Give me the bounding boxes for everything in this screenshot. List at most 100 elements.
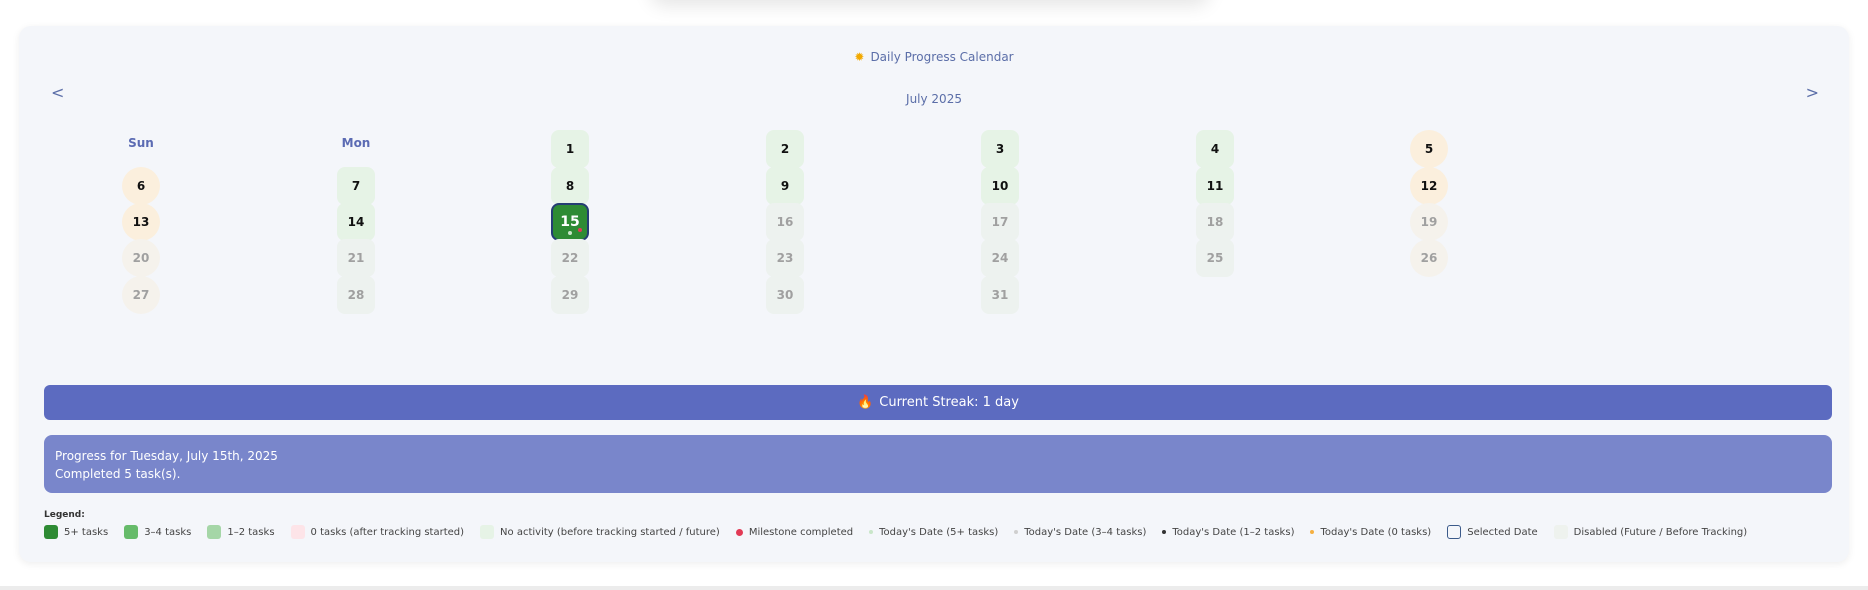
legend-item: 1–2 tasks bbox=[207, 525, 275, 539]
legend-title: Legend: bbox=[44, 510, 85, 520]
progress-panel: Progress for Tuesday, July 15th, 2025 Co… bbox=[44, 435, 1832, 493]
day-number: 1 bbox=[565, 142, 575, 156]
legend-dot bbox=[1310, 530, 1315, 534]
today-indicator-dot bbox=[568, 231, 572, 235]
legend-dot bbox=[869, 530, 874, 534]
legend-item: No activity (before tracking started / f… bbox=[480, 525, 720, 539]
day-cell[interactable]: 23 bbox=[766, 239, 804, 277]
day-number: 8 bbox=[565, 179, 575, 193]
day-cell[interactable]: 16 bbox=[766, 203, 804, 241]
day-number: 19 bbox=[1420, 215, 1438, 229]
legend-label: Today's Date (5+ tasks) bbox=[879, 526, 999, 538]
calendar-title: ✹ Daily Progress Calendar bbox=[19, 50, 1849, 64]
legend-swatch bbox=[290, 525, 305, 539]
day-cell[interactable]: 3 bbox=[981, 130, 1019, 168]
legend-swatch-outline bbox=[1447, 525, 1462, 539]
month-label: July 2025 bbox=[906, 92, 962, 106]
day-number: 20 bbox=[132, 251, 150, 265]
legend-item: Milestone completed bbox=[735, 526, 854, 538]
calendar-title-text: Daily Progress Calendar bbox=[870, 50, 1014, 64]
legend-swatch bbox=[124, 525, 139, 539]
streak-banner: 🔥 Current Streak: 1 day bbox=[44, 385, 1832, 420]
day-number: 21 bbox=[347, 251, 365, 265]
day-number: 28 bbox=[347, 288, 365, 302]
day-number: 16 bbox=[776, 215, 794, 229]
day-cell[interactable]: 6 bbox=[122, 167, 160, 205]
legend-item: Disabled (Future / Before Tracking) bbox=[1553, 525, 1748, 539]
day-cell[interactable]: 28 bbox=[337, 276, 375, 314]
day-number: 5 bbox=[1424, 142, 1434, 156]
day-cell[interactable]: 19 bbox=[1410, 203, 1448, 241]
legend-label: Today's Date (1–2 tasks) bbox=[1172, 526, 1295, 538]
progress-date: Progress for Tuesday, July 15th, 2025 bbox=[55, 449, 278, 463]
day-cell[interactable]: 18 bbox=[1196, 203, 1234, 241]
legend-item: 0 tasks (after tracking started) bbox=[290, 525, 465, 539]
day-cell[interactable]: 2 bbox=[766, 130, 804, 168]
day-number: 18 bbox=[1206, 215, 1224, 229]
legend-label: 5+ tasks bbox=[64, 526, 109, 538]
day-number: 23 bbox=[776, 251, 794, 265]
legend-item: Today's Date (5+ tasks) bbox=[869, 527, 998, 538]
day-number: 15 bbox=[560, 214, 580, 230]
day-cell[interactable]: 9 bbox=[766, 167, 804, 205]
day-cell[interactable]: 7 bbox=[337, 167, 375, 205]
day-cell[interactable]: 5 bbox=[1410, 130, 1448, 168]
legend-item: Today's Date (0 tasks) bbox=[1310, 527, 1431, 538]
legend-swatch bbox=[44, 525, 58, 539]
day-number: 26 bbox=[1420, 251, 1438, 265]
legend-label: No activity (before tracking started / f… bbox=[500, 526, 720, 538]
day-number: 10 bbox=[991, 179, 1009, 193]
day-cell[interactable]: 12 bbox=[1410, 167, 1448, 205]
milestone-dot bbox=[578, 228, 582, 232]
day-number: 12 bbox=[1420, 179, 1438, 193]
day-number: 7 bbox=[351, 179, 361, 193]
day-number: 11 bbox=[1206, 179, 1224, 193]
legend-label: Today's Date (3–4 tasks) bbox=[1024, 526, 1147, 538]
day-number: 29 bbox=[561, 288, 579, 302]
day-cell[interactable]: 8 bbox=[551, 167, 589, 205]
day-cell[interactable]: 26 bbox=[1410, 239, 1448, 277]
day-number: 3 bbox=[995, 142, 1005, 156]
day-cell[interactable]: 20 bbox=[122, 239, 160, 277]
day-cell[interactable]: 22 bbox=[551, 239, 589, 277]
day-cell[interactable]: 14 bbox=[337, 203, 375, 241]
legend-label: Selected Date bbox=[1467, 526, 1538, 538]
day-cell[interactable]: 27 bbox=[122, 276, 160, 314]
day-number: 2 bbox=[780, 142, 790, 156]
legend-item: Selected Date bbox=[1447, 525, 1538, 539]
day-number: 25 bbox=[1206, 251, 1224, 265]
day-cell[interactable]: 13 bbox=[122, 203, 160, 241]
day-cell[interactable]: 11 bbox=[1196, 167, 1234, 205]
day-cell[interactable]: 21 bbox=[337, 239, 375, 277]
day-cell[interactable]: 4 bbox=[1196, 130, 1234, 168]
legend-swatch bbox=[207, 525, 222, 539]
day-number: 13 bbox=[132, 215, 150, 229]
legend-label: Milestone completed bbox=[748, 526, 854, 538]
day-cell[interactable]: 29 bbox=[551, 276, 589, 314]
next-month-button[interactable]: > bbox=[1806, 83, 1819, 102]
legend-label: 0 tasks (after tracking started) bbox=[310, 526, 465, 538]
day-number: 22 bbox=[561, 251, 579, 265]
day-cell[interactable]: 1 bbox=[551, 130, 589, 168]
milestone-dot-icon bbox=[735, 528, 743, 536]
legend-label: Disabled (Future / Before Tracking) bbox=[1573, 526, 1748, 538]
legend-dot bbox=[1014, 530, 1019, 534]
day-number: 27 bbox=[132, 288, 150, 302]
day-number: 9 bbox=[780, 179, 790, 193]
sun-icon: ✹ bbox=[854, 50, 865, 64]
day-number: 6 bbox=[136, 179, 146, 193]
legend-swatch bbox=[480, 525, 495, 539]
day-cell[interactable]: 30 bbox=[766, 276, 804, 314]
weekday-header: Sun bbox=[128, 136, 154, 150]
bottom-edge bbox=[0, 586, 1868, 590]
day-cell[interactable]: 24 bbox=[981, 239, 1019, 277]
day-cell-today[interactable]: 15 bbox=[551, 203, 589, 241]
legend-label: 3–4 tasks bbox=[144, 526, 192, 538]
day-cell[interactable]: 31 bbox=[981, 276, 1019, 314]
progress-summary: Completed 5 task(s). bbox=[55, 467, 181, 481]
day-cell[interactable]: 17 bbox=[981, 203, 1019, 241]
legend-item: Today's Date (3–4 tasks) bbox=[1014, 527, 1146, 538]
calendar-card: ✹ Daily Progress Calendar < July 2025 > S… bbox=[19, 26, 1849, 562]
day-cell[interactable]: 10 bbox=[981, 167, 1019, 205]
day-cell[interactable]: 25 bbox=[1196, 239, 1234, 277]
